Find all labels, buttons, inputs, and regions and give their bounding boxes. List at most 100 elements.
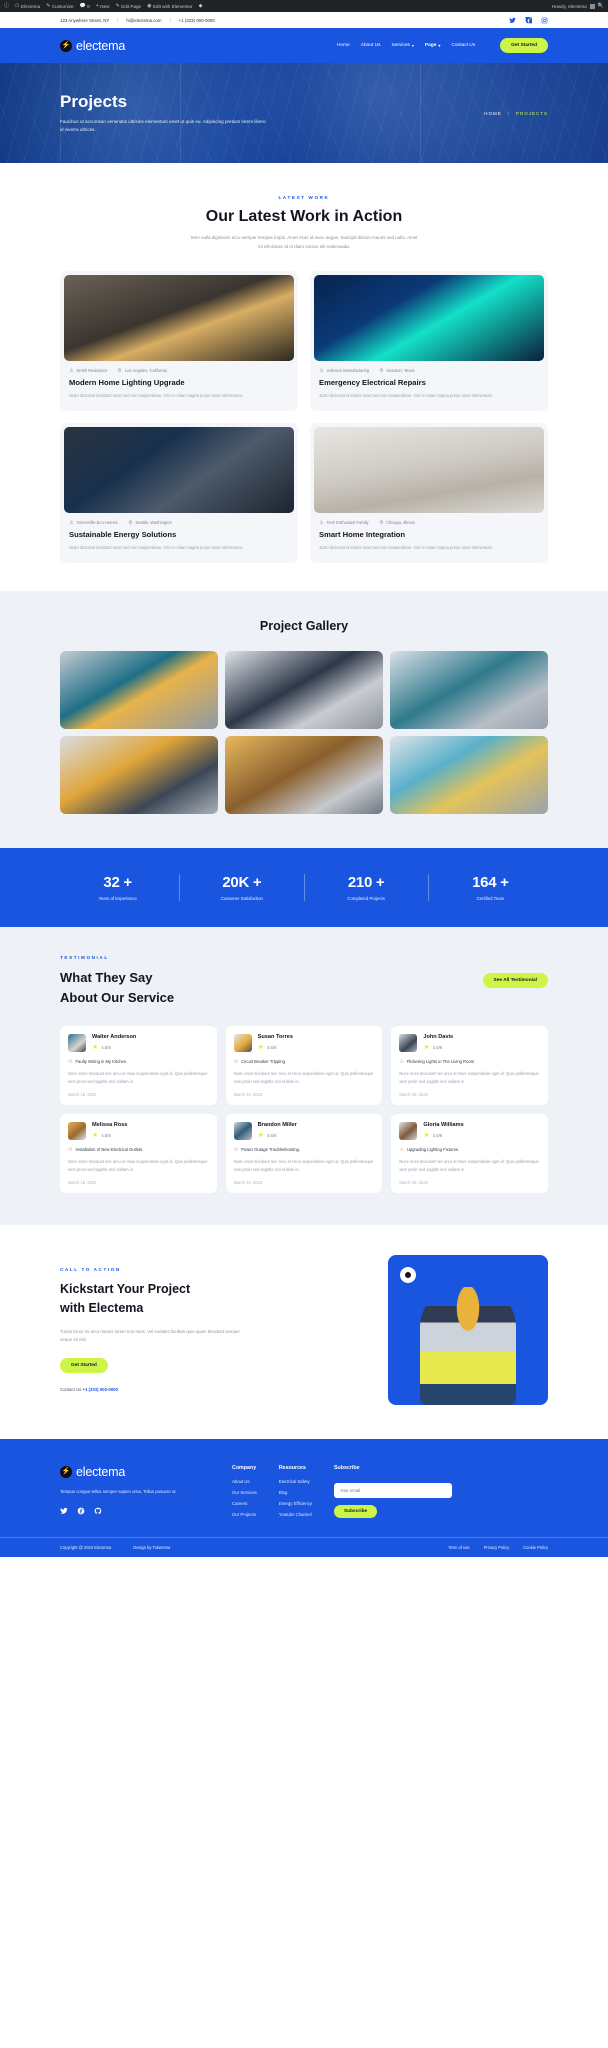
nav-links: Home About Us Services ▾ Page ▾ Contact Us… xyxy=(337,38,548,53)
gallery-image[interactable] xyxy=(60,650,218,729)
testimonial-card: Melissa Ross ★ 4.5/5 ☉ Installation of New… xyxy=(60,1113,217,1193)
admin-bar-edit-page-label: Edit Page xyxy=(121,3,142,9)
nav-item-home[interactable]: Home xyxy=(337,43,350,48)
stat-value: 164 + xyxy=(472,873,509,891)
testimonial-date: March 15, 2023 xyxy=(68,1179,97,1185)
cta-title-line2: with Electema xyxy=(60,1300,144,1315)
project-title: Sustainable Energy Solutions xyxy=(69,529,177,539)
testimonial-card: John Davis ★ 4.5/5 ☉ Flickering Lights in … xyxy=(391,1025,548,1105)
project-title: Smart Home Integration xyxy=(319,529,406,539)
privacy-link[interactable]: Privacy Policy xyxy=(484,1545,509,1550)
twitter-icon[interactable] xyxy=(509,17,516,24)
cta-get-started-button[interactable]: Get Started xyxy=(60,1358,108,1374)
testimonial-body: Nunc enim tincidunt nec arcu et risus su… xyxy=(233,1070,374,1084)
testimonial-body: Nunc enim tincidunt nec arcu et risus su… xyxy=(68,1070,208,1084)
stat-label: Completed Projects xyxy=(347,895,385,901)
nav-label: Contact Us xyxy=(451,43,476,48)
footer-logo[interactable]: ⚡ electema xyxy=(60,1465,210,1479)
gallery-image[interactable] xyxy=(390,650,548,729)
testimonial-name: Brandon Miller xyxy=(257,1121,297,1128)
user-icon xyxy=(69,368,74,373)
stats-section: 32 + Years of Experience 20K + Customer … xyxy=(0,847,608,927)
footer-link[interactable]: Our Services xyxy=(232,1490,257,1495)
nav-item-about-us[interactable]: About Us xyxy=(361,43,381,48)
nav-label: Home xyxy=(336,43,350,48)
get-started-button[interactable]: Get Started xyxy=(500,38,548,53)
facebook-icon[interactable] xyxy=(525,16,532,24)
subscribe-title: Subscribe xyxy=(333,1464,360,1471)
admin-bar-extra-icon[interactable]: ◆ xyxy=(199,3,203,9)
github-icon[interactable] xyxy=(94,1507,102,1515)
subscribe-button[interactable]: Subscribe xyxy=(333,1504,378,1518)
footer-tagline: Tempus congue tellus semper sapien urna.… xyxy=(60,1488,177,1494)
see-all-testimonial-button[interactable]: See All Testimonial xyxy=(482,972,548,988)
contact-email[interactable]: hi@electema.com xyxy=(118,17,171,23)
footer-link[interactable]: Youtube Channel xyxy=(279,1512,312,1517)
facebook-icon[interactable] xyxy=(77,1507,85,1515)
site-logo[interactable]: ⚡ electema xyxy=(60,39,125,53)
testimonial-rating: 4.5/5 xyxy=(432,1132,443,1138)
testimonial-issue: Upgrading Lighting Fixtures. xyxy=(406,1147,460,1153)
contact-phone[interactable]: +1 (333) 000-0000 xyxy=(171,18,223,23)
page-title: Projects xyxy=(60,91,128,111)
gallery-image[interactable] xyxy=(225,650,383,729)
cta-contact: Contact Us +1 (333) 000-0000 xyxy=(60,1387,370,1392)
footer-link[interactable]: Electrical Safety xyxy=(279,1479,312,1484)
project-card[interactable]: Tech Enthusiast Family Chicago, Illinois… xyxy=(310,422,548,563)
nav-item-contact-us[interactable]: Contact Us xyxy=(451,43,475,48)
admin-bar-site-name[interactable]: ☖ Electema xyxy=(15,3,40,9)
footer-column-title: Company xyxy=(232,1464,257,1471)
project-card[interactable]: GreenVille Eco Homes Seattle, Washington… xyxy=(60,422,298,563)
stat-item: 20K + Customer Satisfaction xyxy=(180,873,305,901)
alert-icon: ☉ xyxy=(399,1058,404,1065)
call-to-action-section: CALL TO ACTION Kickstart Your Project wi… xyxy=(0,1224,608,1439)
project-card[interactable]: Johnson Manufacturing Houston, Texas Eme… xyxy=(310,271,548,411)
cta-contact-phone[interactable]: +1 (333) 000-0000 xyxy=(82,1387,117,1392)
avatar xyxy=(233,1033,252,1052)
nav-item-page[interactable]: Page ▾ xyxy=(425,43,440,48)
admin-bar-elementor[interactable]: ◉ Edit with Elementor xyxy=(147,3,192,9)
admin-bar-new[interactable]: + New xyxy=(96,3,110,9)
testimonial-grid: Walter Anderson ★ 4.5/5 ☉ Faulty Wiring in… xyxy=(60,1025,548,1193)
admin-bar-comments[interactable]: 💬 0 xyxy=(80,3,90,9)
project-card[interactable]: Smith Residence Los Angeles, California … xyxy=(60,271,298,411)
twitter-icon[interactable] xyxy=(60,1507,68,1515)
bolt-logo-icon: ⚡ xyxy=(60,39,72,52)
site-footer: ⚡ electema Tempus congue tellus semper s… xyxy=(0,1438,608,1537)
footer-link[interactable]: About Us xyxy=(232,1479,257,1484)
gallery-image[interactable] xyxy=(225,735,383,814)
testimonial-body: Nunc enim tincidunt nec arcu et risus su… xyxy=(399,1158,539,1172)
gallery-image[interactable] xyxy=(60,735,218,814)
gallery-image[interactable] xyxy=(390,735,548,814)
testimonial-section: TESTIMONIAL What They Say About Our Serv… xyxy=(0,926,608,1225)
footer-link[interactable]: Our Projects xyxy=(232,1512,257,1517)
top-info-bar: 123 Anywhere Street, NY hi@electema.com … xyxy=(0,12,608,28)
project-location: Chicago, Illinois xyxy=(379,520,415,525)
terms-link[interactable]: Term of use xyxy=(448,1545,469,1550)
footer-link[interactable]: Energy Efficiency xyxy=(279,1501,312,1506)
admin-bar-edit-page[interactable]: ✎ Edit Page xyxy=(115,3,142,9)
project-description: Justo dictumst tincidunt amet sed non su… xyxy=(319,544,494,550)
footer-column-company: Company About Us Our Services Careers Ou… xyxy=(232,1465,257,1523)
cookie-link[interactable]: Cookie Policy xyxy=(523,1545,548,1550)
nav-label: About Us xyxy=(360,43,381,48)
testimonial-card: Susan Torres ★ 4.5/5 ☉ Circuit Breaker Tri… xyxy=(225,1025,383,1105)
breadcrumb-home[interactable]: HOME xyxy=(484,111,502,116)
nav-label: Page xyxy=(424,43,437,48)
wp-logo-icon[interactable]: ⓘ xyxy=(4,3,9,9)
footer-column-resources: Resources Electrical Safety Blog Energy … xyxy=(279,1465,312,1523)
testimonial-body: Nunc enim tincidunt nec arcu et risus su… xyxy=(399,1070,539,1084)
design-credit: Design by Toketema xyxy=(133,1544,171,1550)
hero-banner: Projects Faucibus ut accumsan venenatis … xyxy=(0,63,608,163)
footer-link[interactable]: Careers xyxy=(232,1501,257,1506)
testimonial-rating: 4.5/5 xyxy=(432,1044,443,1050)
footer-link[interactable]: Blog xyxy=(279,1490,312,1495)
wp-admin-bar[interactable]: ⓘ ☖ Electema ✎ Customize 💬 0 + New ✎ Edit Pag… xyxy=(0,0,608,12)
admin-bar-customize[interactable]: ✎ Customize xyxy=(46,3,73,9)
search-icon[interactable]: 🔍 xyxy=(598,3,604,9)
email-field[interactable] xyxy=(333,1482,452,1498)
play-badge-icon[interactable] xyxy=(400,1266,416,1283)
instagram-icon[interactable] xyxy=(541,17,548,24)
testimonial-date: March 15, 2023 xyxy=(233,1091,263,1097)
nav-item-services[interactable]: Services ▾ xyxy=(392,43,414,48)
